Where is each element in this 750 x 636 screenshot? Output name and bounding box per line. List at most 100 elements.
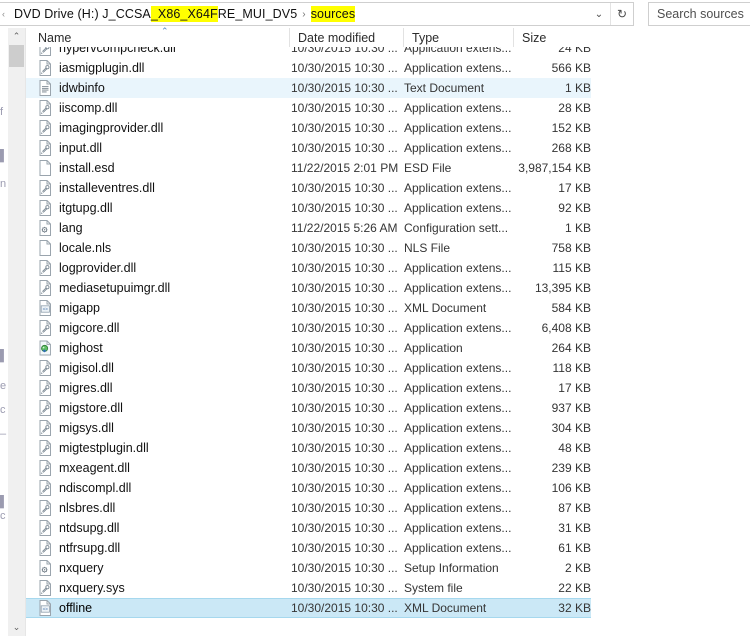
nav-pane-text-fragment: ▌	[0, 350, 8, 362]
file-row[interactable]: migstore.dll 10/30/2015 10:30 ... Applicat…	[26, 398, 591, 418]
file-row[interactable]: install.esd 11/22/2015 2:01 PM ESD File 3,9…	[26, 158, 591, 178]
file-date-modified: 10/30/2015 10:30 ...	[291, 181, 398, 195]
file-name-label: migapp	[59, 301, 100, 315]
file-row[interactable]: ntfrsupg.dll 10/30/2015 10:30 ... Applicat…	[26, 538, 591, 558]
file-row[interactable]: <> offline 10/30/2015 10:30 ... XML Documen…	[26, 598, 591, 618]
file-name-cell[interactable]: nxquery.sys	[38, 580, 125, 596]
address-bar-row: ‹ DVD Drive (H:) J_CCSA _X86_X64F RE_MUI_D…	[0, 0, 750, 28]
breadcrumb-segment-sources[interactable]: sources	[310, 6, 356, 22]
file-row[interactable]: <> migapp 10/30/2015 10:30 ... XML Document…	[26, 298, 591, 318]
file-row[interactable]: nxquery 10/30/2015 10:30 ... Setup Informa…	[26, 558, 591, 578]
file-row[interactable]: locale.nls 10/30/2015 10:30 ... NLS File 75…	[26, 238, 591, 258]
scroll-down-arrow-icon[interactable]: ⌄	[8, 619, 25, 636]
column-header-name[interactable]: Name ⌃	[26, 27, 289, 47]
file-name-cell[interactable]: <> migapp	[38, 300, 100, 316]
file-name-cell[interactable]: lang	[38, 220, 83, 236]
file-name-cell[interactable]: nxquery	[38, 560, 103, 576]
file-row[interactable]: installeventres.dll 10/30/2015 10:30 ... A…	[26, 178, 591, 198]
file-name-cell[interactable]: migsys.dll	[38, 420, 114, 436]
file-row[interactable]: migres.dll 10/30/2015 10:30 ... Applicatio…	[26, 378, 591, 398]
file-name-label: itgtupg.dll	[59, 201, 113, 215]
file-row[interactable]: migisol.dll 10/30/2015 10:30 ... Applicati…	[26, 358, 591, 378]
address-bar[interactable]: ‹ DVD Drive (H:) J_CCSA _X86_X64F RE_MUI_D…	[0, 2, 634, 26]
file-name-cell[interactable]: ntdsupg.dll	[38, 520, 119, 536]
file-name-cell[interactable]: nlsbres.dll	[38, 500, 115, 516]
file-row[interactable]: migtestplugin.dll 10/30/2015 10:30 ... App…	[26, 438, 591, 458]
file-row[interactable]: logprovider.dll 10/30/2015 10:30 ... Appli…	[26, 258, 591, 278]
file-name-cell[interactable]: hypervcompcheck.dll	[38, 47, 176, 56]
file-name-cell[interactable]: idwbinfo	[38, 80, 105, 96]
file-name-cell[interactable]: locale.nls	[38, 240, 111, 256]
dll-icon	[38, 200, 52, 216]
chevron-down-icon[interactable]: ⌄	[588, 3, 610, 25]
file-row[interactable]: migsys.dll 10/30/2015 10:30 ... Applicatio…	[26, 418, 591, 438]
file-size: 118 KB	[552, 361, 591, 375]
column-header-date-label: Date modified	[298, 30, 376, 45]
file-date-modified: 10/30/2015 10:30 ...	[291, 541, 398, 555]
file-size: 264 KB	[551, 341, 591, 355]
file-row[interactable]: ntdsupg.dll 10/30/2015 10:30 ... Applicati…	[26, 518, 591, 538]
file-name-cell[interactable]: imagingprovider.dll	[38, 120, 163, 136]
file-row[interactable]: hypervcompcheck.dll 10/30/2015 10:30 ... A…	[26, 47, 591, 58]
scrollbar-thumb[interactable]	[9, 45, 24, 67]
file-name-label: offline	[59, 601, 93, 615]
file-size: 152 KB	[551, 121, 591, 135]
file-name-cell[interactable]: iasmigplugin.dll	[38, 60, 144, 76]
file-name-cell[interactable]: migres.dll	[38, 380, 113, 396]
dll-icon	[38, 460, 52, 476]
file-name-cell[interactable]: input.dll	[38, 140, 102, 156]
file-row[interactable]: mighost 10/30/2015 10:30 ... Application 26…	[26, 338, 591, 358]
file-row[interactable]: input.dll 10/30/2015 10:30 ... Application…	[26, 138, 591, 158]
file-name-cell[interactable]: <> offline	[38, 600, 92, 616]
file-name-cell[interactable]: ndiscompl.dll	[38, 480, 131, 496]
search-box[interactable]: Search sources	[648, 2, 750, 26]
file-row[interactable]: ndiscompl.dll 10/30/2015 10:30 ... Applica…	[26, 478, 591, 498]
dll-icon	[38, 100, 52, 116]
file-name-cell[interactable]: installeventres.dll	[38, 180, 155, 196]
file-name-cell[interactable]: mxeagent.dll	[38, 460, 130, 476]
file-name-cell[interactable]: mediasetupuimgr.dll	[38, 280, 170, 296]
file-row[interactable]: mediasetupuimgr.dll 10/30/2015 10:30 ... A…	[26, 278, 591, 298]
breadcrumb-segment-root[interactable]: DVD Drive (H:) J_CCSA	[14, 6, 151, 22]
file-row[interactable]: migcore.dll 10/30/2015 10:30 ... Applicati…	[26, 318, 591, 338]
file-row[interactable]: iiscomp.dll 10/30/2015 10:30 ... Applicati…	[26, 98, 591, 118]
breadcrumb-segment-root-tail[interactable]: RE_MUI_DV5	[218, 6, 298, 22]
file-row[interactable]: mxeagent.dll 10/30/2015 10:30 ... Applicat…	[26, 458, 591, 478]
file-name-cell[interactable]: itgtupg.dll	[38, 200, 113, 216]
navigation-pane-scrollbar[interactable]: ⌃ ⌄	[8, 28, 26, 636]
breadcrumb[interactable]: DVD Drive (H:) J_CCSA _X86_X64F RE_MUI_DV5…	[14, 6, 356, 22]
file-size: 1 KB	[564, 81, 591, 95]
dll-icon	[38, 500, 52, 516]
file-name-cell[interactable]: migtestplugin.dll	[38, 440, 149, 456]
xml-document-icon: <>	[38, 600, 52, 616]
file-name-cell[interactable]: migstore.dll	[38, 400, 123, 416]
file-name-cell[interactable]: logprovider.dll	[38, 260, 136, 276]
file-date-modified: 11/22/2015 2:01 PM	[291, 161, 399, 175]
column-header-date-modified[interactable]: Date modified	[289, 28, 403, 47]
refresh-icon[interactable]: ↻	[610, 3, 633, 25]
file-list[interactable]: hypervcompcheck.dll 10/30/2015 10:30 ... A…	[26, 47, 750, 636]
file-name-cell[interactable]: migisol.dll	[38, 360, 114, 376]
file-row[interactable]: nlsbres.dll 10/30/2015 10:30 ... Applicati…	[26, 498, 591, 518]
scrollbar-track[interactable]	[8, 67, 25, 619]
file-row[interactable]: iasmigplugin.dll 10/30/2015 10:30 ... Appl…	[26, 58, 591, 78]
file-row[interactable]: idwbinfo 10/30/2015 10:30 ... Text Documen…	[26, 78, 591, 98]
scroll-up-arrow-icon[interactable]: ⌃	[8, 28, 25, 45]
file-name-cell[interactable]: install.esd	[38, 160, 115, 176]
address-back-chevron-icon[interactable]: ‹	[2, 9, 10, 19]
column-header-size[interactable]: Size	[513, 28, 590, 47]
breadcrumb-segment-highlight[interactable]: _X86_X64F	[150, 6, 218, 22]
file-name-cell[interactable]: ntfrsupg.dll	[38, 540, 120, 556]
file-row[interactable]: itgtupg.dll 10/30/2015 10:30 ... Applicati…	[26, 198, 591, 218]
file-name-cell[interactable]: iiscomp.dll	[38, 100, 117, 116]
column-header-type[interactable]: Type	[403, 28, 513, 47]
file-row[interactable]: imagingprovider.dll 10/30/2015 10:30 ... A…	[26, 118, 591, 138]
search-input[interactable]: Search sources	[657, 7, 744, 21]
file-row[interactable]: lang 11/22/2015 5:26 AM Configuration sett…	[26, 218, 591, 238]
blank-file-icon	[38, 160, 52, 176]
file-date-modified: 10/30/2015 10:30 ...	[291, 321, 398, 335]
nav-pane-text-fragment: c	[0, 510, 6, 522]
file-row[interactable]: nxquery.sys 10/30/2015 10:30 ... System fi…	[26, 578, 591, 598]
file-name-cell[interactable]: migcore.dll	[38, 320, 119, 336]
file-name-cell[interactable]: mighost	[38, 340, 103, 356]
